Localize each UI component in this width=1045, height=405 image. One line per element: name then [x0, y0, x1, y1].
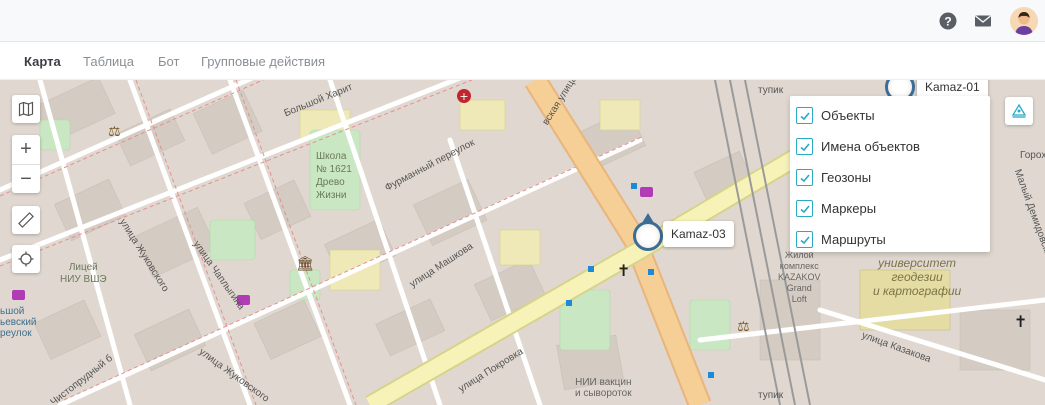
layer-objects[interactable]: Объекты	[790, 100, 990, 131]
layer-object-names[interactable]: Имена объектов	[790, 131, 990, 162]
street-tupik-2: тупик	[758, 390, 784, 401]
map-icon	[18, 101, 34, 117]
layer-label: Имена объектов	[821, 139, 920, 154]
locate-button[interactable]	[12, 245, 40, 273]
label-sumy: ьшой ьевский реулок	[0, 306, 37, 339]
tab-bot[interactable]: Бот	[158, 54, 179, 69]
layers-button[interactable]	[1005, 97, 1033, 125]
layer-label: Маркеры	[821, 201, 877, 216]
ruler-icon	[18, 212, 34, 228]
label-lyceum: Лицей НИУ ВШЭ	[60, 262, 107, 285]
checkbox-icon[interactable]	[796, 231, 813, 248]
tab-map[interactable]: Карта	[24, 54, 61, 69]
label-gorokh: Горох	[1020, 150, 1045, 161]
svg-text:?: ?	[944, 15, 951, 29]
svg-text:+: +	[459, 90, 468, 103]
tab-group-actions[interactable]: Групповые действия	[201, 54, 325, 69]
street-tupik-1: тупик	[758, 85, 784, 96]
checkbox-icon[interactable]	[796, 138, 813, 155]
svg-text:⚖: ⚖	[108, 124, 121, 140]
layer-routes[interactable]: Маршруты	[790, 224, 990, 255]
layer-label: Геозоны	[821, 170, 872, 185]
help-circle-icon[interactable]: ?	[938, 11, 958, 31]
layer-label: Маршруты	[821, 232, 886, 247]
svg-text:✝: ✝	[617, 261, 630, 280]
user-avatar[interactable]	[1010, 7, 1038, 35]
zoom-in-button[interactable]: +	[12, 135, 40, 164]
map-layers-toggle-button[interactable]	[12, 95, 40, 123]
avatar-icon	[1010, 7, 1038, 35]
layer-label: Объекты	[821, 108, 875, 123]
crosshair-icon	[18, 251, 34, 267]
vehicle-icon	[633, 221, 663, 251]
checkbox-icon[interactable]	[796, 169, 813, 186]
layer-geozones[interactable]: Геозоны	[790, 162, 990, 193]
svg-text:⚖: ⚖	[737, 319, 750, 335]
layer-markers[interactable]: Маркеры	[790, 193, 990, 224]
label-school: Школа № 1621 Древо Жизни	[316, 151, 352, 201]
svg-text:✝: ✝	[1014, 312, 1027, 331]
map-view[interactable]: + ⚖ ⚖ 🏛 ✝ ✝ Школа № 1621 Древо Жизни Лиц…	[0, 80, 1045, 405]
checkbox-icon[interactable]	[796, 107, 813, 124]
checkbox-icon[interactable]	[796, 200, 813, 217]
label-nii: НИИ вакцин и сывороток	[575, 377, 632, 399]
tab-table[interactable]: Таблица	[83, 54, 134, 69]
tab-bar: Карта Таблица Бот Групповые действия	[0, 42, 1045, 80]
label-complex: Жилой комплекс KAZAKOV Grand Loft	[778, 250, 821, 304]
svg-text:🏛: 🏛	[296, 255, 314, 272]
label-university: университет геодезии и картографии	[873, 256, 962, 298]
top-bar: ?	[0, 0, 1045, 42]
layer-panel: Объекты Имена объектов Геозоны Маркеры М…	[790, 96, 990, 252]
zoom-controls: + −	[12, 135, 40, 193]
ruler-button[interactable]	[12, 206, 40, 234]
layers-icon	[1011, 103, 1027, 118]
mail-icon[interactable]	[973, 11, 993, 31]
vehicle-label: Kamaz-03	[663, 221, 734, 247]
zoom-out-button[interactable]: −	[12, 164, 40, 193]
